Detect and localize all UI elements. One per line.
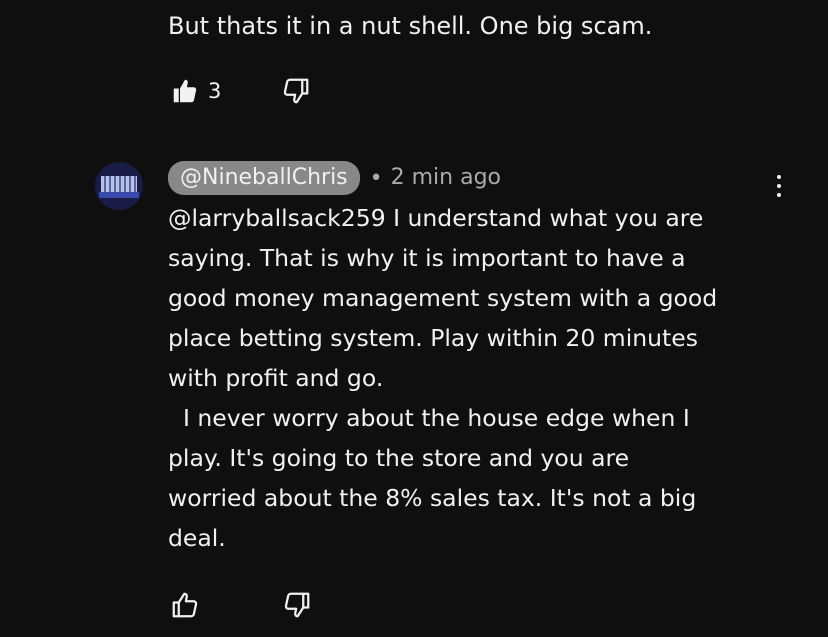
comment-header: @NineballChris • 2 min ago — [168, 161, 501, 195]
thumbs-down-icon — [284, 592, 310, 618]
comment-line: good money management system with a good — [168, 284, 718, 312]
comment-actions — [168, 588, 314, 622]
like-button[interactable] — [168, 588, 202, 622]
comment-line: @larryballsack259 I understand what you … — [168, 204, 704, 232]
previous-comment-actions: 3 — [168, 74, 313, 108]
thumbs-up-icon — [172, 592, 198, 618]
dislike-button[interactable] — [280, 588, 314, 622]
author-name[interactable]: @NineballChris — [168, 161, 360, 195]
comment-line: place betting system. Play within 20 min… — [168, 324, 698, 352]
avatar-image-bar — [99, 192, 139, 198]
comment-line: with profit and go. — [168, 364, 384, 392]
thumbs-up-filled-icon — [173, 79, 197, 103]
like-count: 3 — [208, 79, 222, 103]
comment-line: worried about the 8% sales tax. It's not… — [168, 484, 697, 512]
avatar[interactable] — [95, 162, 143, 210]
previous-comment-text: But thats it in a nut shell. One big sca… — [168, 12, 653, 40]
like-button[interactable] — [168, 74, 202, 108]
comment-line: play. It's going to the store and you ar… — [168, 444, 630, 472]
dislike-button[interactable] — [279, 74, 313, 108]
comment-line: I never worry about the house edge when … — [168, 404, 690, 432]
comment-line: deal. — [168, 524, 226, 552]
separator-dot: • — [369, 165, 383, 191]
comment-timestamp[interactable]: 2 min ago — [391, 162, 501, 194]
comment-line: saying. That is why it is important to h… — [168, 244, 686, 272]
comment-text: @larryballsack259 I understand what you … — [168, 198, 788, 558]
thumbs-down-icon — [284, 78, 309, 104]
